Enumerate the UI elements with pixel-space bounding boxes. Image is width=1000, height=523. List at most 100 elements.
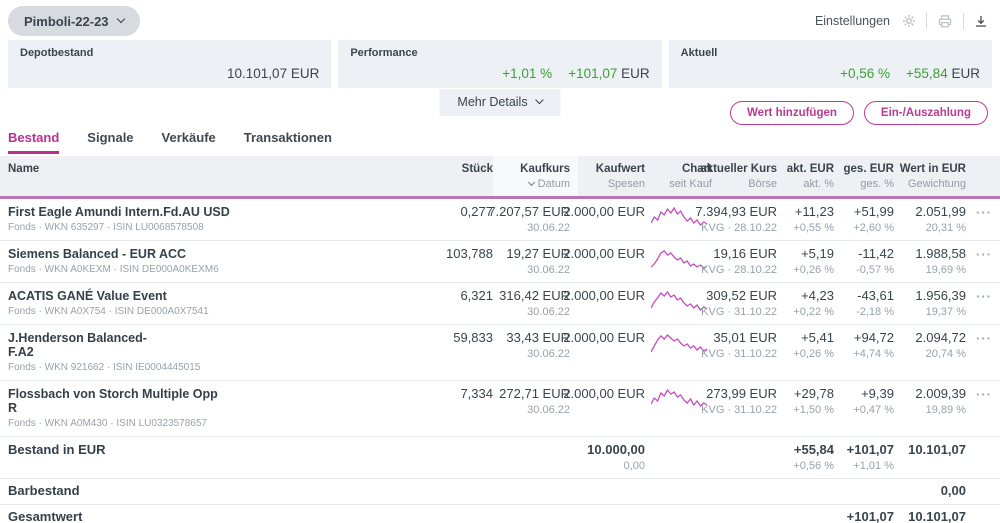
summary-change-total-eur: +101,07: [846, 509, 894, 523]
sparkline-chart[interactable]: [650, 387, 707, 411]
summary-cards: Depotbestand 10.101,07 EUR Performance +…: [0, 40, 1000, 88]
purchase-date: 30.06.22: [527, 222, 570, 234]
settings-button[interactable]: [902, 14, 916, 28]
column-header-akt-eur[interactable]: akt. EUR akt. %: [777, 156, 834, 196]
card-aktuell: Aktuell +0,56 % +55,84 EUR: [668, 40, 992, 88]
column-header-aktueller-kurs[interactable]: aktueller Kurs Börse: [700, 156, 777, 196]
change-total-eur: +51,99: [853, 204, 894, 219]
summary-change-today-eur: +55,84: [793, 442, 834, 457]
table-row[interactable]: Flossbach von Storch Multiple Opp R Fond…: [0, 381, 1000, 437]
download-button[interactable]: [974, 14, 988, 29]
column-header-st-ck[interactable]: Stück: [263, 156, 493, 196]
value-eur: 2.094,72: [915, 330, 966, 345]
summary-change-total-eur: +101,07: [846, 442, 894, 457]
table-summary: Bestand in EUR 10.000,00 0,00 +55,84 +0,…: [0, 437, 1000, 523]
change-total-eur: +94,72: [853, 330, 894, 345]
weighting-percent: 20,74 %: [925, 348, 966, 360]
purchase-value: 2.000,00 EUR: [563, 204, 645, 219]
purchase-value: 2.000,00 EUR: [563, 386, 645, 401]
instrument-name-link[interactable]: Flossbach von Storch Multiple Opp R: [8, 387, 218, 415]
tab-bestand[interactable]: Bestand: [8, 130, 60, 154]
gear-icon: [903, 15, 915, 27]
tab-transaktionen[interactable]: Transaktionen: [244, 130, 332, 154]
sparkline-chart[interactable]: [650, 331, 707, 355]
column-header-chart[interactable]: Chart seit Kauf: [645, 156, 712, 196]
middle-band: Mehr Details Wert hinzufügen Ein-/Auszah…: [0, 88, 1000, 128]
performance-percent: +1,01 %: [502, 66, 553, 81]
table-row[interactable]: Siemens Balanced - EUR ACC Fonds · WKN A…: [0, 241, 1000, 283]
print-button[interactable]: [937, 14, 953, 29]
change-today-percent: +0,26 %: [793, 264, 834, 276]
exchange-date: KVG · 28.10.22: [701, 264, 777, 276]
summary-row: Bestand in EUR 10.000,00 0,00 +55,84 +0,…: [0, 437, 1000, 479]
summary-row: Barbestand 0,00: [0, 479, 1000, 505]
sparkline-chart[interactable]: [650, 247, 707, 271]
card-label: Depotbestand: [20, 47, 94, 59]
performance-amount: +101,07 EUR: [568, 66, 650, 81]
card-label: Aktuell: [680, 47, 718, 59]
instrument-name-link[interactable]: ACATIS GANÉ Value Event: [8, 289, 167, 303]
row-menu-icon[interactable]: ···: [976, 289, 992, 303]
column-header-kaufkurs[interactable]: Kaufkurs Datum: [493, 156, 578, 196]
table-row[interactable]: J.Henderson Balanced- F.A2 Fonds · WKN 9…: [0, 325, 1000, 381]
purchase-price: 272,71 EUR: [499, 386, 570, 401]
weighting-percent: 20,31 %: [925, 222, 966, 234]
download-icon: [976, 15, 986, 27]
top-bar: Pimboli-22-23 Einstellungen: [0, 0, 1000, 36]
tab-signale[interactable]: Signale: [87, 130, 133, 154]
row-menu-icon[interactable]: ···: [976, 331, 992, 345]
column-header-name[interactable]: Name: [8, 156, 263, 196]
printer-icon: [938, 14, 952, 27]
aktuell-amount: +55,84 EUR: [906, 66, 980, 81]
current-price: 35,01 EUR: [713, 330, 777, 345]
summary-fees: 0,00: [623, 460, 645, 472]
instrument-name-link[interactable]: J.Henderson Balanced- F.A2: [8, 331, 147, 359]
instrument-info: Fonds · WKN A0X754 · ISIN DE000A0X7541: [8, 306, 209, 317]
instrument-info: Fonds · WKN A0KEXM · ISIN DE000A0KEXM6: [8, 264, 219, 275]
value-eur: 1.988,58: [915, 246, 966, 261]
row-menu-icon[interactable]: ···: [976, 205, 992, 219]
change-total-percent: +0,47 %: [853, 404, 894, 416]
portfolio-selector-dropdown[interactable]: Pimboli-22-23: [8, 6, 140, 36]
summary-row: Gesamtwert +101,07 10.101,07: [0, 505, 1000, 523]
settings-link[interactable]: Einstellungen: [815, 14, 890, 28]
purchase-value: 2.000,00 EUR: [563, 288, 645, 303]
more-details-button[interactable]: Mehr Details: [439, 89, 561, 116]
purchase-value: 2.000,00 EUR: [563, 246, 645, 261]
weighting-percent: 19,37 %: [925, 306, 966, 318]
value-eur: 2.009,39: [915, 386, 966, 401]
current-price: 309,52 EUR: [706, 288, 777, 303]
sparkline-chart[interactable]: [650, 289, 707, 313]
column-header-ges-eur[interactable]: ges. EUR ges. %: [834, 156, 895, 196]
card-performance: Performance +1,01 % +101,07 EUR: [338, 40, 662, 88]
tab-bar: Bestand Signale Verkäufe Transaktionen: [0, 128, 1000, 154]
row-menu-icon[interactable]: ···: [976, 247, 992, 261]
row-menu-icon[interactable]: ···: [976, 387, 992, 401]
change-total-percent: +2,60 %: [853, 222, 894, 234]
change-today-eur: +5,19: [801, 246, 834, 261]
value-eur: 1.956,39: [915, 288, 966, 303]
shares-value: 6,321: [460, 288, 493, 303]
purchase-price: 19,27 EUR: [506, 246, 570, 261]
portfolio-actions: Wert hinzufügen Ein-/Auszahlung: [730, 101, 988, 125]
table-row[interactable]: ACATIS GANÉ Value Event Fonds · WKN A0X7…: [0, 283, 1000, 325]
tab-verkaeufe[interactable]: Verkäufe: [162, 130, 216, 154]
column-header-wert-in-eur[interactable]: Wert in EUR Gewichtung: [894, 156, 966, 196]
purchase-date: 30.06.22: [527, 306, 570, 318]
deposit-withdraw-button[interactable]: Ein-/Auszahlung: [863, 101, 988, 125]
card-label: Performance: [350, 47, 418, 59]
column-header-kaufwert[interactable]: Kaufwert Spesen: [570, 156, 645, 196]
weighting-percent: 19,69 %: [925, 264, 966, 276]
chevron-down-icon: [535, 95, 544, 105]
current-price: 273,99 EUR: [706, 386, 777, 401]
shares-value: 59,833: [453, 330, 493, 345]
add-asset-button[interactable]: Wert hinzufügen: [730, 101, 854, 125]
instrument-name-link[interactable]: Siemens Balanced - EUR ACC: [8, 247, 186, 261]
instrument-name-link[interactable]: First Eagle Amundi Intern.Fd.AU USD: [8, 205, 230, 219]
table-row[interactable]: First Eagle Amundi Intern.Fd.AU USD Fond…: [0, 199, 1000, 241]
summary-label: Gesamtwert: [8, 509, 83, 523]
change-today-eur: +29,78: [793, 386, 834, 401]
summary-change-today-percent: +0,56 %: [793, 460, 834, 472]
summary-purchase-value: 10.000,00: [587, 442, 645, 457]
divider: [926, 13, 927, 29]
